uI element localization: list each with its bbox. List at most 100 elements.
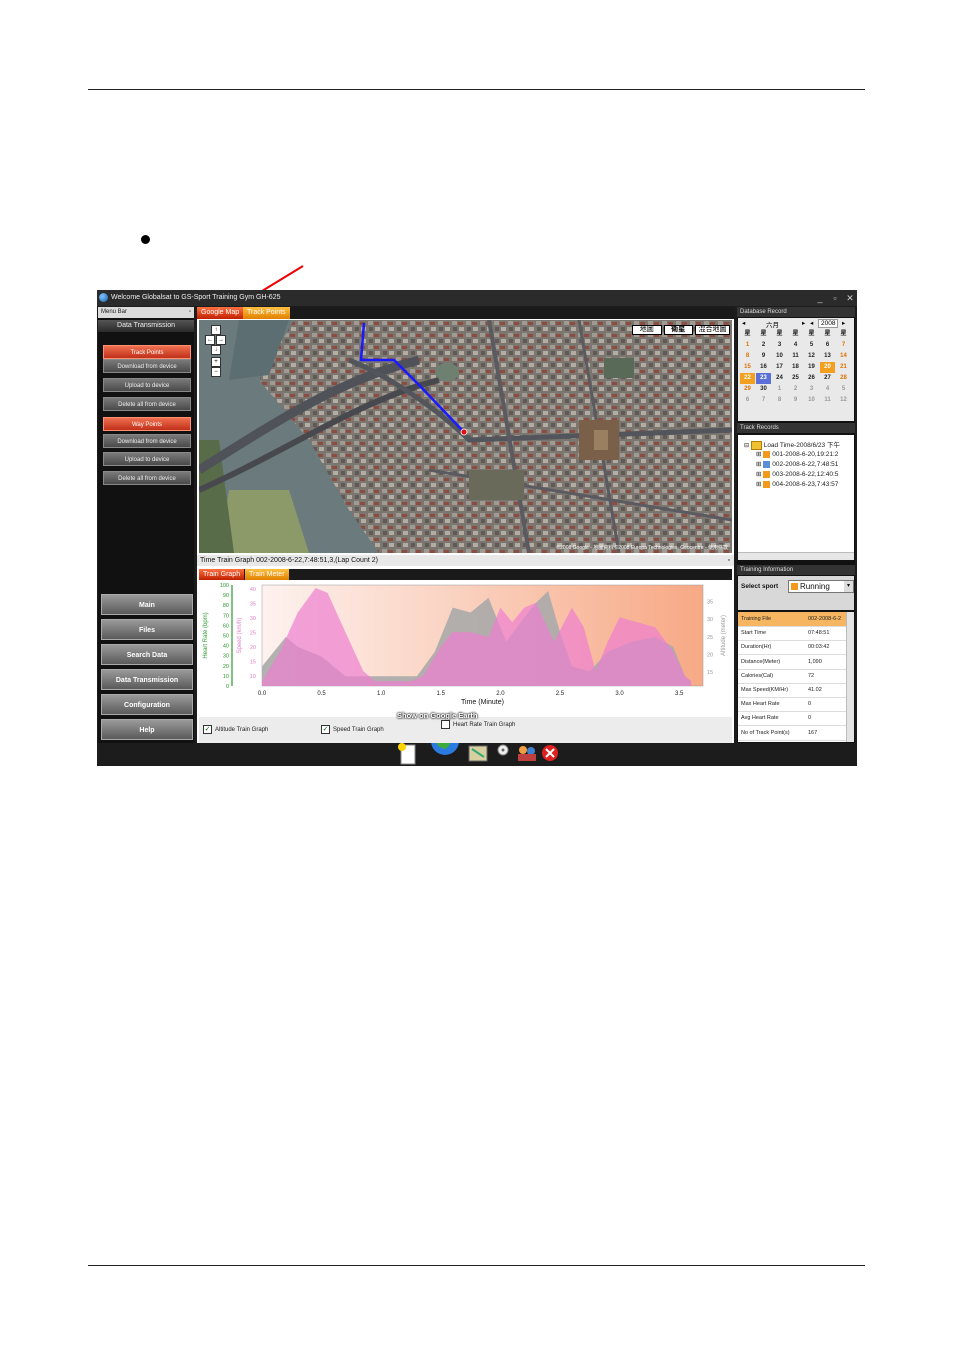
pan-up-icon[interactable]: ↑ [211, 325, 221, 335]
track-records-tree: ⊟ Load Time-2008/6/23 下午 ⊞ 001-2008-6-20… [738, 435, 854, 560]
graph-pin-icon[interactable]: ▫ [728, 555, 730, 566]
calendar-day[interactable]: 3 [772, 340, 787, 351]
prev-month-icon[interactable]: ◂ [742, 319, 745, 327]
calendar-day[interactable]: 26 [804, 373, 819, 384]
nav-search-data[interactable]: Search Data [101, 644, 193, 665]
download-waypoints-button[interactable]: Download from device [103, 434, 191, 448]
tree-item[interactable]: ⊞ 002-2008-6-22,7:48:51 [756, 460, 838, 468]
calendar-year[interactable]: 2008 [818, 319, 839, 328]
calendar-day[interactable]: 4 [788, 340, 803, 351]
map-type-map[interactable]: 地圖 [632, 325, 662, 335]
map-type-hybrid[interactable]: 混合地圖 [695, 325, 730, 335]
way-points-button[interactable]: Way Points [103, 417, 191, 431]
pan-left-icon[interactable]: ← [205, 335, 215, 345]
close-button[interactable]: ✕ [843, 290, 857, 306]
calendar-day[interactable]: 29 [740, 384, 755, 395]
calendar-day[interactable]: 28 [836, 373, 851, 384]
delete-track-button[interactable]: Delete all from device [103, 397, 191, 411]
new-file-icon[interactable] [398, 743, 416, 765]
calendar-day[interactable]: 9 [788, 395, 803, 406]
upload-track-button[interactable]: Upload to device [103, 378, 191, 392]
calendar-day[interactable]: 12 [836, 395, 851, 406]
calendar-day[interactable]: 2 [788, 384, 803, 395]
tree-scrollbar[interactable] [738, 552, 854, 560]
folder-icon [750, 440, 762, 450]
calendar-day[interactable]: 23 [756, 373, 771, 384]
upload-waypoints-button[interactable]: Upload to device [103, 452, 191, 466]
nav-main[interactable]: Main [101, 594, 193, 615]
minimize-button[interactable]: _ [813, 290, 827, 306]
track-points-button[interactable]: Track Points [103, 345, 191, 359]
calendar-day[interactable]: 6 [820, 340, 835, 351]
altitude-checkbox[interactable]: ✓ Altitude Train Graph [203, 725, 268, 734]
calendar-day[interactable]: 3 [804, 384, 819, 395]
google-earth-icon[interactable] [431, 727, 459, 755]
calendar-day[interactable]: 1 [772, 384, 787, 395]
nav-files[interactable]: Files [101, 619, 193, 640]
exit-icon[interactable] [542, 745, 558, 761]
maximize-button[interactable]: ▫ [828, 290, 842, 306]
calendar-day[interactable]: 1 [740, 340, 755, 351]
calendar-day[interactable]: 14 [836, 351, 851, 362]
calendar-day[interactable]: 5 [804, 340, 819, 351]
disc-icon[interactable] [497, 744, 509, 756]
calendar-day[interactable]: 17 [772, 362, 787, 373]
download-track-button[interactable]: Download from device [103, 359, 191, 373]
calendar-day[interactable]: 8 [772, 395, 787, 406]
calendar-day[interactable]: 13 [820, 351, 835, 362]
calendar-day[interactable]: 9 [756, 351, 771, 362]
tab-google-map[interactable]: Google Map [197, 307, 244, 319]
next-month-icon[interactable]: ▸ [802, 319, 805, 327]
map-type-satellite[interactable]: 衛星 [663, 325, 693, 335]
delete-waypoints-button[interactable]: Delete all from device [103, 471, 191, 485]
tab-track-points[interactable]: Track Points [243, 307, 290, 319]
tree-root[interactable]: ⊟ Load Time-2008/6/23 下午 [744, 439, 840, 450]
info-scrollbar[interactable] [846, 612, 854, 742]
heart-rate-checkbox[interactable]: Heart Rate Train Graph [441, 720, 515, 729]
calendar-day[interactable]: 20 [820, 362, 835, 373]
calendar-day[interactable]: 16 [756, 362, 771, 373]
calendar-day[interactable]: 10 [772, 351, 787, 362]
speed-checkbox[interactable]: ✓ Speed Train Graph [321, 725, 384, 734]
next-year-icon[interactable]: ▸ [842, 319, 845, 327]
nav-help[interactable]: Help [101, 719, 193, 740]
calendar-day[interactable]: 25 [788, 373, 803, 384]
calendar-day[interactable]: 18 [788, 362, 803, 373]
map-book-icon[interactable] [468, 745, 488, 762]
calendar-day[interactable]: 10 [804, 395, 819, 406]
tab-train-meter[interactable]: Train Meter [245, 569, 289, 580]
satellite-map[interactable]: 地圖 衛星 混合地圖 ↑ ← → ↓ + − ©2008 Google - 地圖… [199, 320, 732, 553]
tree-item[interactable]: ⊞ 003-2008-6-22,12:40:5 [756, 470, 838, 478]
nav-data-transmission[interactable]: Data Transmission [101, 669, 193, 690]
pan-down-icon[interactable]: ↓ [211, 345, 221, 355]
calendar-day[interactable]: 4 [820, 384, 835, 395]
calendar-day[interactable]: 19 [804, 362, 819, 373]
sport-dropdown[interactable]: Running ▾ [788, 580, 854, 593]
calendar-day[interactable]: 6 [740, 395, 755, 406]
zoom-in-icon[interactable]: + [211, 357, 221, 367]
pan-right-icon[interactable]: → [216, 335, 226, 345]
zoom-out-icon[interactable]: − [211, 367, 221, 377]
calendar-day[interactable]: 21 [836, 362, 851, 373]
calendar-day[interactable]: 15 [740, 362, 755, 373]
calendar-day[interactable]: 27 [820, 373, 835, 384]
calendar-day[interactable]: 22 [740, 373, 755, 384]
nav-configuration[interactable]: Configuration [101, 694, 193, 715]
calendar-day[interactable]: 11 [820, 395, 835, 406]
pin-icon[interactable]: ▫ [189, 307, 191, 318]
tab-train-graph[interactable]: Train Graph [199, 569, 245, 580]
calendar-day[interactable]: 30 [756, 384, 771, 395]
calendar-day[interactable]: 7 [836, 340, 851, 351]
calendar-day[interactable]: 24 [772, 373, 787, 384]
calendar-day[interactable]: 8 [740, 351, 755, 362]
calendar-day[interactable]: 7 [756, 395, 771, 406]
calendar-day[interactable]: 5 [836, 384, 851, 395]
tree-item[interactable]: ⊞ 004-2008-6-23,7:43:57 [756, 480, 838, 488]
calendar-day[interactable]: 11 [788, 351, 803, 362]
calendar-day[interactable]: 2 [756, 340, 771, 351]
calendar-day[interactable]: 12 [804, 351, 819, 362]
tree-item[interactable]: ⊞ 001-2008-6-20,19:21:2 [756, 450, 838, 458]
users-icon[interactable] [518, 746, 536, 761]
prev-year-icon[interactable]: ◂ [810, 319, 813, 327]
calendar-month[interactable]: 六月 [766, 319, 779, 329]
